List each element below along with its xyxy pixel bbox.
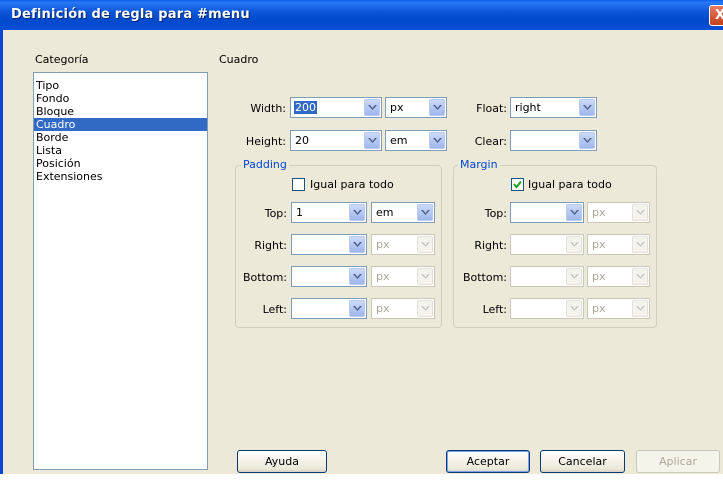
window-frame-left [0,30,3,482]
category-list[interactable]: Tipo Fondo Bloque Cuadro Borde Lista Pos… [33,72,208,470]
chevron-down-icon[interactable] [566,204,582,221]
chevron-down-icon [566,300,582,317]
padding-group-title: Padding [241,158,289,171]
category-item-posicion[interactable]: Posición [34,157,207,170]
chevron-down-icon[interactable] [579,132,595,149]
chevron-down-icon [566,268,582,285]
height-value-combo[interactable]: 20 [290,130,382,151]
section-title: Cuadro [219,53,259,66]
margin-bottom-combo [510,266,584,287]
width-unit: px [390,101,404,114]
margin-right-unit-combo: px [587,234,650,255]
category-item-lista[interactable]: Lista [34,144,207,157]
chevron-down-icon [417,300,433,317]
margin-bottom-unit: px [592,270,606,283]
padding-top-label: Top: [264,207,287,220]
margin-bottom-label: Bottom: [462,271,507,284]
chevron-down-icon[interactable] [364,132,380,149]
height-label: Height: [245,135,286,148]
margin-left-label: Left: [482,303,507,316]
margin-top-unit-combo: px [587,202,650,223]
height-value: 20 [295,134,309,147]
category-item-bloque[interactable]: Bloque [34,105,207,118]
chevron-down-icon[interactable] [349,236,365,253]
chevron-down-icon[interactable] [417,204,433,221]
float-combo[interactable]: right [510,97,597,118]
float-label: Float: [476,102,507,115]
chevron-down-icon[interactable] [429,132,445,149]
margin-same-label: Igual para todo [528,178,612,191]
chevron-down-icon[interactable] [349,204,365,221]
close-icon: X [714,8,723,23]
dialog-window: Definición de regla para #menu X Categor… [0,0,723,482]
margin-right-combo [510,234,584,255]
margin-same-checkbox[interactable] [511,178,524,191]
title-bar[interactable]: Definición de regla para #menu X [0,0,723,30]
padding-bottom-unit: px [376,270,390,283]
padding-left-unit-combo: px [371,298,435,319]
padding-right-unit-combo: px [371,234,435,255]
clear-label: Clear: [474,135,507,148]
padding-top-combo[interactable]: 1 [291,202,367,223]
margin-left-unit-combo: px [587,298,650,319]
margin-right-label: Right: [474,239,507,252]
margin-top-label: Top: [484,207,507,220]
padding-top-unit-combo[interactable]: em [371,202,435,223]
padding-same-label: Igual para todo [310,178,394,191]
width-value-combo[interactable]: 200 [290,97,382,118]
margin-group-title: Margin [458,158,500,171]
chevron-down-icon [632,300,648,317]
category-item-extensiones[interactable]: Extensiones [34,170,207,183]
category-item-borde[interactable]: Borde [34,131,207,144]
height-unit: em [390,134,408,147]
category-item-cuadro[interactable]: Cuadro [34,118,207,131]
category-item-fondo[interactable]: Fondo [34,92,207,105]
width-unit-combo[interactable]: px [385,97,447,118]
margin-right-unit: px [592,238,606,251]
chevron-down-icon[interactable] [429,99,445,116]
padding-bottom-label: Bottom: [242,271,287,284]
padding-left-label: Left: [262,303,287,316]
margin-top-unit: px [592,206,606,219]
chevron-down-icon[interactable] [349,300,365,317]
chevron-down-icon[interactable] [349,268,365,285]
width-value: 200 [294,101,317,114]
padding-top-value: 1 [296,206,303,219]
ok-button[interactable]: Aceptar [446,450,530,473]
padding-right-label: Right: [254,239,287,252]
category-item-tipo[interactable]: Tipo [34,79,207,92]
margin-left-combo [510,298,584,319]
close-button[interactable]: X [709,5,723,26]
apply-button: Aplicar [636,450,720,473]
height-unit-combo[interactable]: em [385,130,447,151]
window-bottom-edge [0,474,723,482]
chevron-down-icon [632,268,648,285]
padding-right-combo[interactable] [291,234,367,255]
padding-top-unit: em [376,206,394,219]
chevron-down-icon[interactable] [364,99,380,116]
padding-left-combo[interactable] [291,298,367,319]
width-label: Width: [250,102,286,115]
padding-same-checkbox[interactable] [292,178,305,191]
cancel-button[interactable]: Cancelar [540,450,625,473]
margin-top-combo[interactable] [510,202,584,223]
chevron-down-icon [417,268,433,285]
chevron-down-icon [417,236,433,253]
margin-left-unit: px [592,302,606,315]
padding-left-unit: px [376,302,390,315]
category-label: Categoría [35,53,89,66]
padding-bottom-combo[interactable] [291,266,367,287]
margin-bottom-unit-combo: px [587,266,650,287]
chevron-down-icon [632,236,648,253]
clear-combo[interactable] [510,130,597,151]
checkmark-icon [513,180,522,189]
help-button[interactable]: Ayuda [237,450,327,473]
float-value: right [515,101,541,114]
padding-right-unit: px [376,238,390,251]
chevron-down-icon [632,204,648,221]
chevron-down-icon [566,236,582,253]
window-title: Definición de regla para #menu [11,7,250,22]
padding-bottom-unit-combo: px [371,266,435,287]
chevron-down-icon[interactable] [579,99,595,116]
